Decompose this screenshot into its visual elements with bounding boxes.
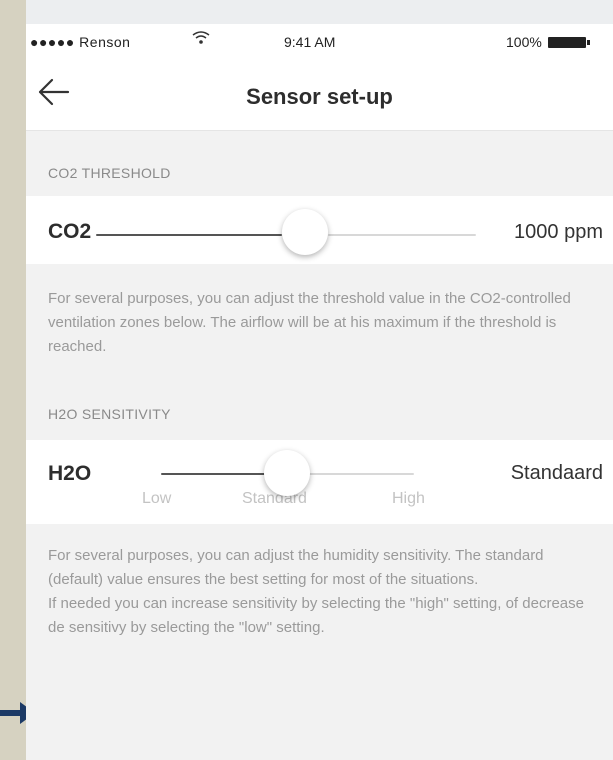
- co2-label: CO2: [48, 220, 92, 243]
- carrier-label: ●●●●● Renson: [30, 34, 131, 50]
- co2-slider-track-filled[interactable]: [96, 234, 282, 236]
- top-strip: [26, 0, 613, 24]
- h2o-description-paragraph-1: For several purposes, you can adjust the…: [48, 547, 544, 588]
- h2o-slider-row: H2O Low Standard High Standaard: [26, 440, 613, 524]
- phone-screen: ●●●●● Renson 9:41 AM 100% Sensor set-up …: [26, 0, 613, 760]
- h2o-option-low[interactable]: Low: [142, 490, 171, 508]
- h2o-slider-track-empty[interactable]: [304, 473, 414, 475]
- status-bar: ●●●●● Renson 9:41 AM 100%: [26, 24, 613, 60]
- h2o-description: For several purposes, you can adjust the…: [48, 544, 598, 640]
- co2-description: For several purposes, you can adjust the…: [48, 290, 571, 355]
- page-title: Sensor set-up: [246, 84, 393, 109]
- h2o-option-high[interactable]: High: [392, 490, 425, 508]
- co2-section-header: CO2 THRESHOLD: [48, 165, 171, 181]
- battery-percent: 100%: [506, 34, 542, 50]
- nav-bar: Sensor set-up: [26, 60, 613, 131]
- h2o-section-header: H2O SENSITIVITY: [48, 406, 171, 422]
- co2-slider-thumb[interactable]: [282, 209, 328, 255]
- co2-value: 1000 ppm: [514, 221, 603, 243]
- co2-slider-row: CO2 1000 ppm: [26, 196, 613, 264]
- h2o-slider-track-filled[interactable]: [161, 473, 281, 475]
- co2-slider-track-empty[interactable]: [328, 234, 476, 236]
- h2o-description-paragraph-2: If needed you can increase sensitivity b…: [48, 595, 584, 636]
- h2o-slider-thumb[interactable]: [264, 450, 310, 496]
- h2o-value: Standaard: [510, 462, 603, 484]
- wifi-icon: [192, 30, 210, 51]
- battery-icon: [548, 37, 590, 48]
- h2o-label: H2O: [48, 462, 92, 485]
- status-time: 9:41 AM: [284, 34, 336, 50]
